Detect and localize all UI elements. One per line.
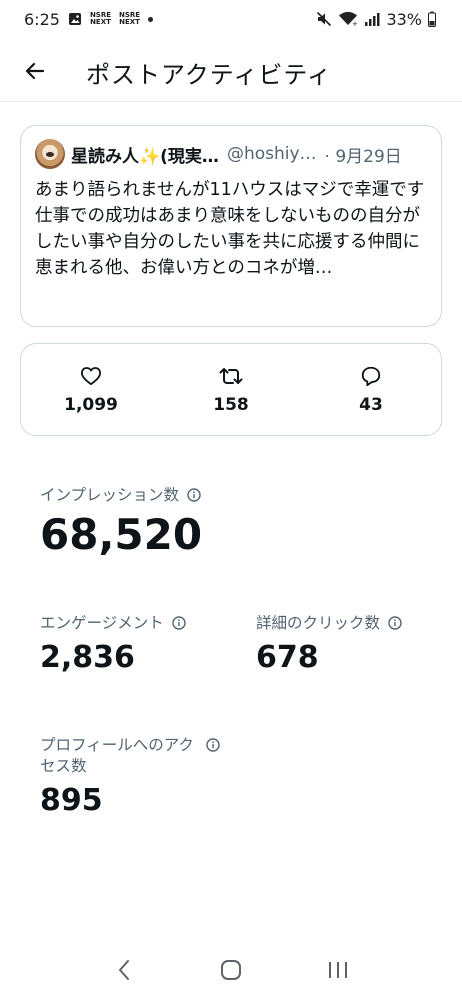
impressions-metric: インプレッション数 68,520 (40, 485, 202, 559)
nav-back-button[interactable] (94, 950, 154, 994)
back-button[interactable] (0, 44, 70, 102)
profile-visits-label-row: プロフィールへのアクセス数 (40, 735, 220, 777)
info-icon[interactable] (206, 738, 220, 752)
engagement-stats-card: 1,099 158 43 (20, 343, 442, 436)
nav-home-button[interactable] (201, 950, 261, 994)
home-icon (220, 959, 242, 985)
reply-bubble-icon (360, 365, 382, 387)
engagements-label: エンゲージメント (40, 614, 164, 632)
nav-recents-button[interactable] (308, 950, 368, 994)
tweet-text: あまり語られませんが11ハウスはマジで幸運です 仕事での成功はあまり意味をしない… (35, 180, 425, 278)
notification-dot (148, 16, 154, 22)
status-right: + 33% (316, 10, 436, 29)
arrow-left-icon (23, 59, 47, 87)
detail-clicks-label: 詳細のクリック数 (256, 614, 381, 632)
replies-stat[interactable]: 43 (301, 344, 441, 435)
avatar[interactable] (35, 139, 65, 169)
tweet-date[interactable]: · 9月29日 (325, 142, 402, 167)
profile-visits-label: プロフィールへのアクセス数 (40, 736, 194, 775)
engagements-metric: エンゲージメント 2,836 (40, 613, 186, 675)
status-left: 6:25 NSRE NEXT NSRE NEXT (24, 9, 154, 29)
impressions-value: 68,520 (40, 510, 203, 559)
tweet-card[interactable]: 星読み人✨(現実… @hoshiy… · 9月29日 あまり語られませんが11ハ… (20, 125, 442, 327)
retweet-icon (219, 365, 243, 387)
battery-icon (428, 11, 436, 27)
engagements-label-row: エンゲージメント (40, 613, 186, 634)
likes-count: 1,099 (64, 394, 118, 415)
tweet-header: 星読み人✨(現実… @hoshiy… · 9月29日 (35, 139, 427, 169)
battery-percent: 33% (386, 9, 422, 29)
recents-icon (327, 960, 349, 984)
page-title: ポストアクティビティ (86, 61, 332, 89)
user-handle[interactable]: @hoshiy… (227, 144, 317, 164)
svg-text:+: + (352, 20, 358, 27)
detail-clicks-value: 678 (256, 640, 319, 675)
top-bar: ポストアクティビティ (0, 44, 462, 102)
engagements-value: 2,836 (40, 640, 135, 675)
app-badge-1: NSRE NEXT (89, 11, 112, 26)
likes-stat[interactable]: 1,099 (21, 344, 161, 435)
system-nav-bar (0, 944, 462, 1000)
retweets-count: 158 (213, 394, 249, 415)
image-icon (68, 12, 82, 26)
signal-icon (364, 12, 380, 26)
info-icon[interactable] (172, 616, 186, 630)
replies-count: 43 (359, 394, 383, 415)
info-icon[interactable] (388, 616, 402, 630)
profile-visits-value: 895 (40, 783, 103, 818)
chevron-left-icon (117, 959, 131, 985)
mute-icon (316, 11, 332, 27)
detail-clicks-label-row: 詳細のクリック数 (256, 613, 402, 634)
profile-visits-metric: プロフィールへのアクセス数 895 (40, 735, 220, 818)
heart-icon (80, 365, 102, 387)
wifi-icon: + (338, 11, 358, 27)
status-time: 6:25 (24, 9, 60, 29)
status-bar: 6:25 NSRE NEXT NSRE NEXT + 33% (0, 0, 462, 38)
info-icon[interactable] (187, 488, 201, 502)
display-name[interactable]: 星読み人✨(現実… (71, 142, 219, 167)
retweets-stat[interactable]: 158 (161, 344, 301, 435)
app-badge-2: NSRE NEXT (119, 11, 141, 26)
impressions-label-row: インプレッション数 (40, 485, 202, 506)
detail-clicks-metric: 詳細のクリック数 678 (256, 613, 402, 675)
impressions-label: インプレッション数 (40, 486, 180, 504)
